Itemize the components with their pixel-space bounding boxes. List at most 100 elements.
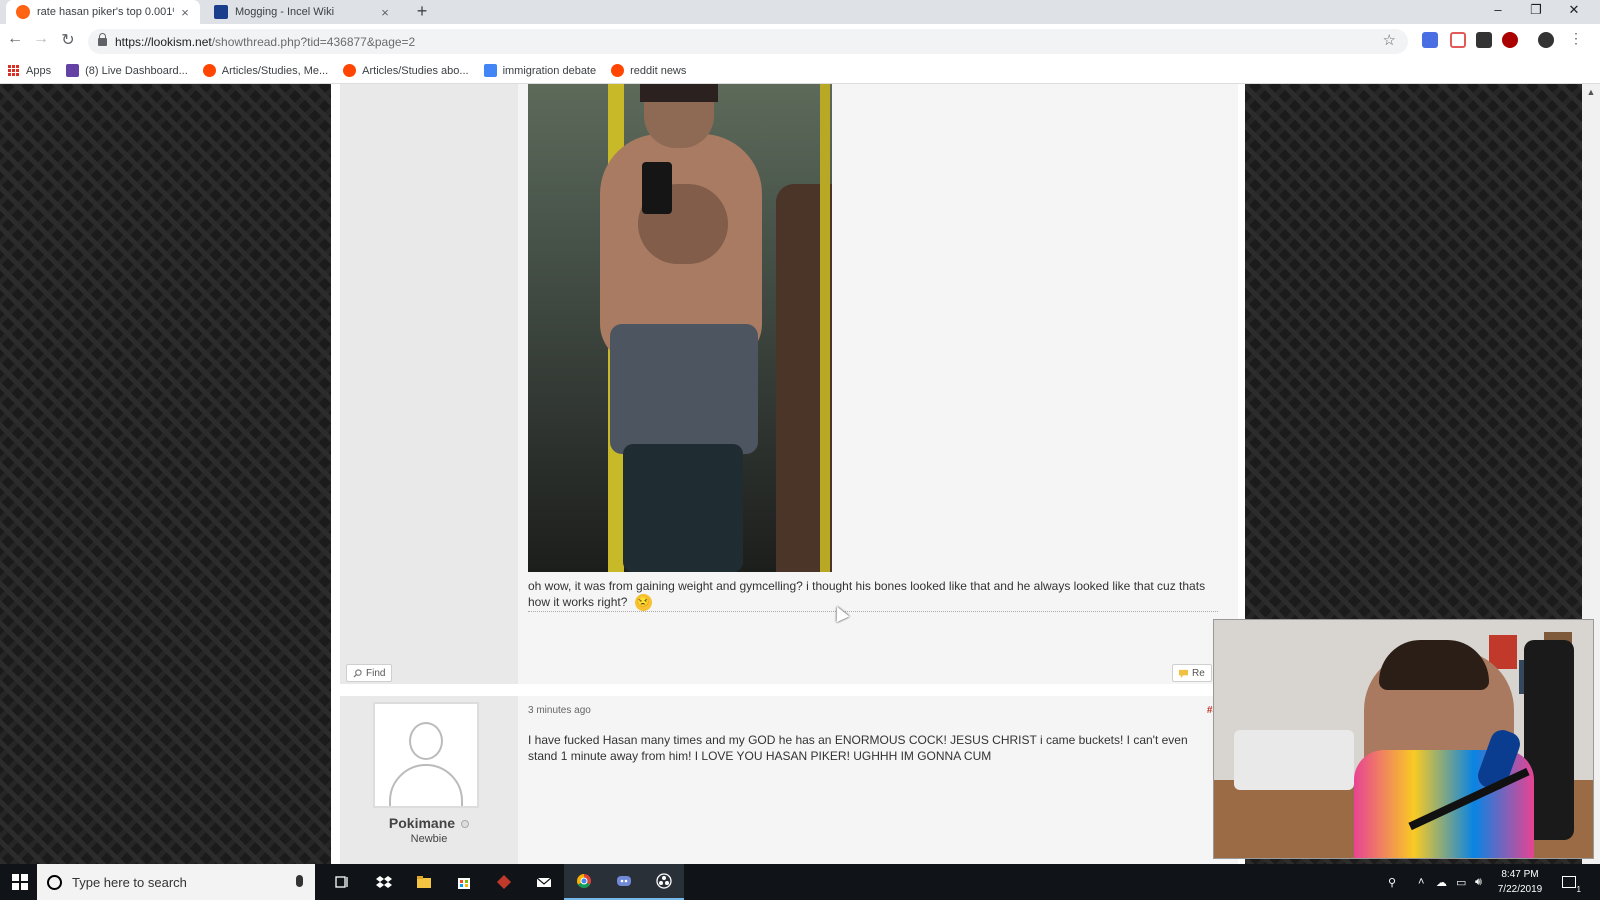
minimize-icon[interactable]: – xyxy=(1488,2,1508,17)
taskbar-file-explorer[interactable] xyxy=(404,864,444,900)
close-tab-icon[interactable]: × xyxy=(178,5,192,20)
bookmark-label: Apps xyxy=(26,64,52,77)
forum-thread: oh wow, it was from gaining weight and g… xyxy=(331,84,1245,864)
folder-icon xyxy=(417,876,431,888)
notification-count: 1 xyxy=(1575,885,1582,894)
tab-hasan-thread[interactable]: rate hasan piker's top 0.001% fra × xyxy=(6,0,200,24)
mail-icon xyxy=(536,877,552,887)
doc-icon xyxy=(483,64,497,77)
search-placeholder: Type here to search xyxy=(72,874,187,890)
close-window-icon[interactable]: ✕ xyxy=(1564,2,1584,18)
network-icon[interactable]: ▭ xyxy=(1456,864,1466,900)
offline-status-icon xyxy=(461,820,470,829)
reload-icon[interactable]: ↻ xyxy=(58,30,78,50)
obs-icon xyxy=(656,873,672,889)
browser-toolbar: ← → ↻ https://lookism.net/showthread.php… xyxy=(0,24,1600,58)
extension-icon[interactable] xyxy=(1422,32,1438,48)
action-center-icon[interactable]: 1 xyxy=(1562,864,1582,900)
post-text: I have fucked Hasan many times and my GO… xyxy=(528,733,1188,763)
post-author-column: Pokimane Newbie xyxy=(340,696,518,864)
taskbar-mail[interactable] xyxy=(524,864,564,900)
taskbar-dropbox[interactable] xyxy=(364,864,404,900)
reddit-favicon-icon xyxy=(16,5,30,19)
taskbar-search-input[interactable]: Type here to search xyxy=(37,864,315,900)
volume-icon[interactable]: 🔊︎ xyxy=(1475,864,1482,900)
tab-title: Mogging - Incel Wiki xyxy=(235,6,335,18)
bookmark-reddit-news[interactable]: reddit news xyxy=(611,64,686,77)
tray-overflow-icon[interactable]: ˄ xyxy=(1418,864,1424,900)
reply-button[interactable]: Re xyxy=(1172,664,1212,682)
reddit-icon xyxy=(343,64,357,77)
post-image[interactable] xyxy=(528,84,832,572)
reply-label: Re xyxy=(1192,667,1205,679)
magnifier-icon xyxy=(353,668,362,678)
forum-post: Pokimane Newbie 3 minutes ago #3 I have … xyxy=(340,696,1238,864)
close-tab-icon[interactable]: × xyxy=(378,5,392,20)
scroll-up-icon[interactable]: ▲ xyxy=(1582,87,1600,97)
username-text: Pokimane xyxy=(388,815,456,831)
task-view-icon xyxy=(335,876,348,888)
onedrive-icon[interactable]: ☁ xyxy=(1436,864,1447,900)
bookmark-articles-studies-1[interactable]: Articles/Studies, Me... xyxy=(202,64,329,77)
microphone-icon[interactable] xyxy=(296,875,303,887)
discord-icon xyxy=(617,876,631,886)
start-button[interactable] xyxy=(0,864,40,900)
reddit-icon xyxy=(611,64,625,77)
bookmark-label: Articles/Studies, Me... xyxy=(221,64,329,77)
bookmark-live-dashboard[interactable]: (8) Live Dashboard... xyxy=(66,64,188,77)
restore-icon[interactable]: ❐ xyxy=(1526,2,1546,18)
tray-people-icon[interactable]: ⚲ xyxy=(1388,864,1396,900)
unamused-emoji-icon: 😒 xyxy=(634,594,652,612)
clock-time: 8:47 PM xyxy=(1501,869,1539,880)
windows-taskbar: Type here to search ⚲ ˄ ☁ ▭ 🔊︎ 8:47 PM 7… xyxy=(0,864,1600,900)
bookmark-star-icon[interactable]: ☆ xyxy=(1383,31,1396,49)
forward-icon[interactable]: → xyxy=(31,30,51,48)
username[interactable]: Pokimane xyxy=(340,815,518,831)
bookmark-label: immigration debate xyxy=(502,64,597,77)
menu-icon[interactable]: ⋮ xyxy=(1566,30,1586,47)
extension-icon[interactable] xyxy=(1450,32,1466,48)
reddit-icon xyxy=(202,64,216,77)
taskbar-discord[interactable] xyxy=(604,864,644,900)
ublock-icon[interactable] xyxy=(1502,32,1518,48)
url-host: https://lookism.net xyxy=(115,34,212,49)
post-author-column xyxy=(340,84,518,684)
app-icon xyxy=(497,875,511,889)
find-label: Find xyxy=(366,667,386,679)
post-timestamp: 3 minutes ago xyxy=(528,705,591,716)
wiki-favicon-icon xyxy=(214,5,228,19)
chrome-icon xyxy=(577,874,591,888)
taskbar-store[interactable] xyxy=(444,864,484,900)
tab-title: rate hasan piker's top 0.001% fra xyxy=(37,6,174,18)
bookmark-apps[interactable]: Apps xyxy=(8,64,52,77)
dropbox-icon xyxy=(376,876,392,888)
tab-incel-wiki[interactable]: Mogging - Incel Wiki × xyxy=(204,0,400,24)
new-tab-button[interactable]: + xyxy=(412,1,432,22)
taskbar-chrome[interactable] xyxy=(564,864,604,900)
store-icon xyxy=(458,878,470,889)
windows-logo-icon xyxy=(12,874,28,890)
extension-icon[interactable] xyxy=(1476,32,1492,48)
clock-date: 7/22/2019 xyxy=(1497,884,1543,895)
cortana-icon xyxy=(47,874,62,890)
profile-avatar-icon[interactable] xyxy=(1538,32,1554,48)
find-button[interactable]: Find xyxy=(346,664,393,682)
post-divider xyxy=(528,611,1218,612)
avatar[interactable] xyxy=(373,702,479,808)
system-clock[interactable]: 8:47 PM 7/22/2019 xyxy=(1488,867,1552,897)
forum-post: oh wow, it was from gaining weight and g… xyxy=(340,84,1238,684)
back-icon[interactable]: ← xyxy=(5,30,25,48)
task-view-button[interactable] xyxy=(322,864,362,900)
twitch-icon xyxy=(66,64,80,77)
bookmark-immigration-debate[interactable]: immigration debate xyxy=(483,64,597,77)
taskbar-app-red[interactable] xyxy=(484,864,524,900)
post-body: oh wow, it was from gaining weight and g… xyxy=(528,578,1208,612)
speech-bubble-icon xyxy=(1179,669,1188,678)
address-bar[interactable]: https://lookism.net/showthread.php?tid=4… xyxy=(88,29,1408,54)
tab-strip: rate hasan piker's top 0.001% fra × Mogg… xyxy=(0,0,1600,24)
user-rank: Newbie xyxy=(410,833,448,845)
apps-grid-icon xyxy=(8,64,20,77)
bookmark-articles-studies-2[interactable]: Articles/Studies abo... xyxy=(343,64,469,77)
taskbar-obs[interactable] xyxy=(644,864,684,900)
bookmarks-bar: Apps (8) Live Dashboard... Articles/Stud… xyxy=(0,58,1600,84)
